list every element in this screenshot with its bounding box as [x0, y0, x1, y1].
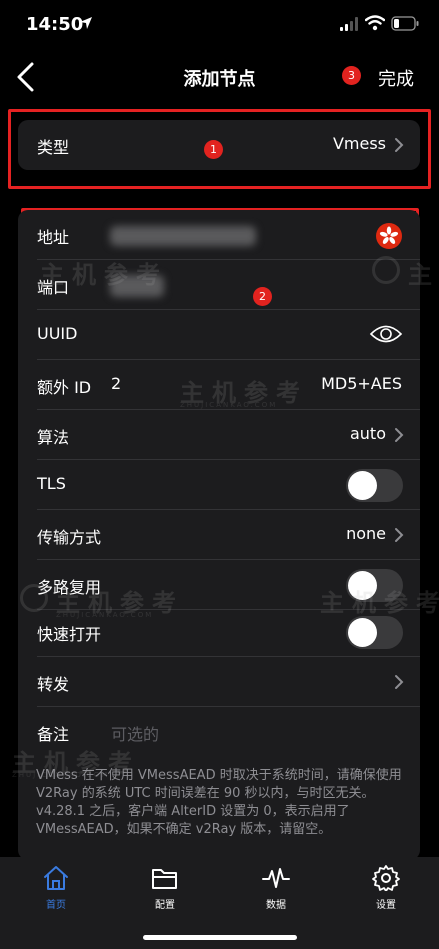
navigation-bar: 添加节点 3 完成 — [0, 50, 439, 105]
home-icon — [44, 866, 68, 890]
annotation-badge-1: 1 — [204, 140, 223, 159]
alter-id-row[interactable]: 额外 ID 2 MD5+AES — [18, 360, 420, 410]
address-row[interactable]: 地址 — [18, 210, 420, 260]
algorithm-label: 算法 — [37, 428, 70, 447]
toggle-knob — [348, 571, 377, 600]
address-label: 地址 — [37, 228, 70, 247]
gear-icon — [372, 865, 400, 891]
home-indicator — [143, 935, 297, 940]
remark-row[interactable]: 备注 可选的 — [18, 707, 420, 757]
chevron-right-icon — [395, 428, 404, 442]
tab-label: 数据 — [266, 900, 286, 911]
page-title: 添加节点 — [183, 69, 256, 90]
cellular-signal-icon — [340, 17, 358, 31]
type-value: Vmess — [332, 134, 386, 153]
chevron-right-icon — [395, 675, 404, 689]
alter-id-value[interactable]: 2 — [111, 374, 121, 393]
tab-settings[interactable]: 设置 — [346, 865, 426, 911]
status-bar: 14:50 — [0, 0, 439, 50]
folder-icon — [152, 869, 177, 889]
toggle-knob — [348, 618, 377, 647]
fast-open-row: 快速打开 — [18, 607, 420, 657]
mux-row: 多路复用 — [18, 560, 420, 610]
tab-label: 首页 — [46, 900, 66, 911]
tab-config[interactable]: 配置 — [125, 865, 205, 911]
battery-icon — [391, 16, 419, 31]
tab-label: 设置 — [376, 900, 396, 911]
tab-label: 配置 — [155, 900, 175, 911]
transport-row[interactable]: 传输方式 none — [18, 510, 420, 560]
footnote-para-2: v4.28.1 之后，客户端 AlterID 设置为 0，表示启用了 VMess… — [36, 804, 350, 837]
port-value-redacted — [110, 275, 164, 297]
remark-label: 备注 — [37, 725, 70, 744]
toggle-knob — [348, 471, 377, 500]
pulse-icon — [262, 868, 290, 888]
wifi-icon — [365, 15, 385, 31]
uuid-row[interactable]: UUID — [18, 310, 420, 360]
forward-row[interactable]: 转发 — [18, 657, 420, 707]
location-arrow-icon — [80, 17, 92, 29]
tls-toggle[interactable] — [346, 469, 403, 502]
algorithm-row[interactable]: 算法 auto — [18, 410, 420, 460]
type-label: 类型 — [37, 138, 70, 157]
status-time: 14:50 — [26, 14, 84, 35]
annotation-badge-3: 3 — [342, 66, 361, 85]
transport-value: none — [346, 524, 386, 543]
footnote: VMess 在不使用 VMessAEAD 时取决于系统时间，请确保使用 V2Ra… — [36, 767, 416, 839]
mux-label: 多路复用 — [37, 578, 102, 597]
tls-label: TLS — [37, 474, 66, 493]
done-button[interactable]: 完成 — [378, 65, 414, 91]
fast-open-label: 快速打开 — [37, 625, 102, 644]
tab-home[interactable]: 首页 — [16, 865, 96, 911]
uuid-label: UUID — [37, 324, 78, 343]
annotation-badge-2: 2 — [253, 287, 272, 306]
alter-id-security[interactable]: MD5+AES — [321, 374, 402, 393]
type-row[interactable]: 类型 1 Vmess — [18, 120, 420, 170]
address-value-redacted — [110, 226, 256, 246]
chevron-right-icon — [395, 138, 404, 152]
forward-label: 转发 — [37, 675, 70, 694]
tls-row: TLS — [18, 460, 420, 510]
footnote-para-1: VMess 在不使用 VMessAEAD 时取决于系统时间，请确保使用 V2Ra… — [36, 768, 402, 801]
chevron-right-icon — [395, 528, 404, 542]
remark-input[interactable]: 可选的 — [111, 721, 159, 745]
transport-label: 传输方式 — [37, 528, 102, 547]
hong-kong-flag-icon — [376, 223, 402, 249]
eye-icon[interactable] — [369, 323, 403, 345]
fast-open-toggle[interactable] — [346, 616, 403, 649]
port-row[interactable]: 端口 2 — [18, 260, 420, 310]
port-label: 端口 — [37, 278, 70, 297]
type-card: 类型 1 Vmess — [18, 120, 420, 170]
tab-data[interactable]: 数据 — [236, 865, 316, 911]
settings-card: 地址 端口 2 UUID 额外 ID 2 MD5+AES 算法 auto TLS… — [18, 210, 420, 860]
mux-toggle[interactable] — [346, 569, 403, 602]
alter-id-label: 额外 ID — [37, 378, 92, 397]
algorithm-value: auto — [349, 424, 386, 443]
